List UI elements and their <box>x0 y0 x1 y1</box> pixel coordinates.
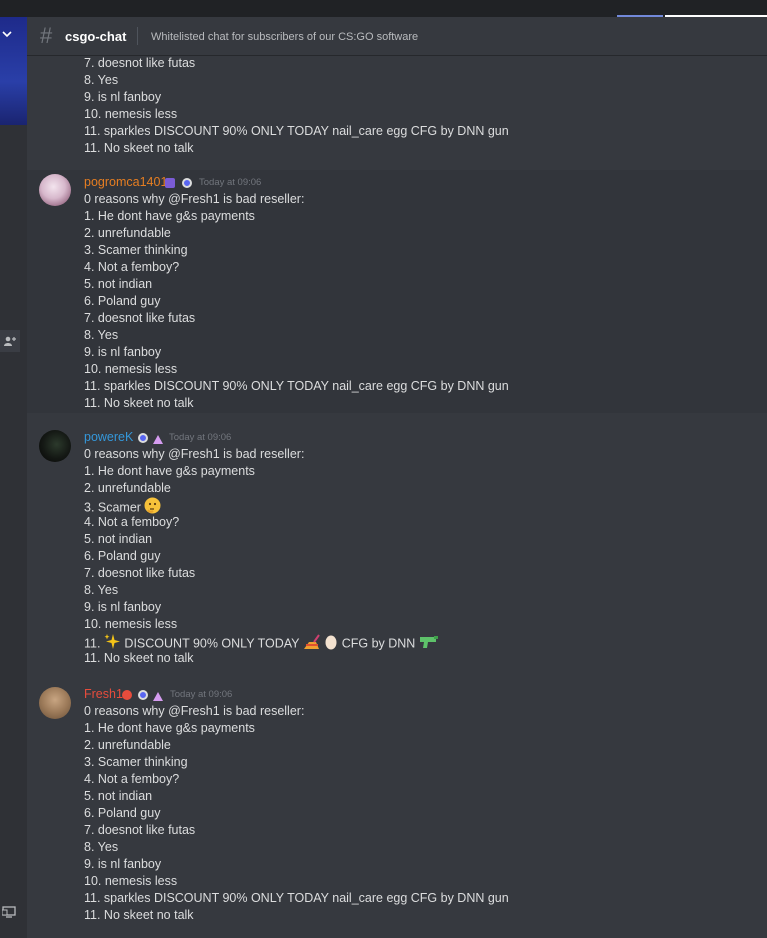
channel-topic: Whitelisted chat for subscribers of our … <box>151 31 419 43</box>
message-line: 0 reasons why @Fresh1 is bad reseller: <box>84 447 305 461</box>
message-line: 11. sparkles DISCOUNT 90% ONLY TODAY nai… <box>84 891 509 905</box>
message-line: 2. unrefundable <box>84 738 171 752</box>
message-line: 9. is nl fanboy <box>84 345 162 359</box>
message-line: 9. is nl fanboy <box>84 600 162 614</box>
username[interactable]: Fresh1 <box>84 686 123 703</box>
message-line: 7. doesnot like futas <box>84 311 196 325</box>
message-list[interactable]: 7. doesnot like futas 8. Yes 9. is nl fa… <box>27 56 767 938</box>
channel-header: # csgo-chat Whitelisted chat for subscri… <box>27 17 767 56</box>
message-line: 5. not indian <box>84 789 153 803</box>
message-line: 11. No skeet no talk <box>84 396 194 410</box>
triangle-badge-icon <box>153 433 163 447</box>
message-line: 10. nemesis less <box>84 362 178 376</box>
message-text: 11. <box>84 636 101 651</box>
message-line: 4. Not a femboy? <box>84 772 180 786</box>
message-line: 7. doesnot like futas <box>84 566 196 580</box>
message-line: 0 reasons why @Fresh1 is bad reseller: <box>84 704 305 718</box>
message-line-with-emoji: 11. DISCOUNT 90% ONLY TODAY CFG by DNN <box>84 633 439 650</box>
message-line: 6. Poland guy <box>84 549 161 563</box>
add-friend-icon[interactable] <box>0 330 20 352</box>
triangle-badge-icon <box>153 690 163 704</box>
screen-share-icon[interactable] <box>1 906 16 921</box>
message-line: 1. He dont have g&s payments <box>84 209 255 223</box>
message-line: 6. Poland guy <box>84 806 161 820</box>
water-gun-emoji-icon <box>419 633 439 655</box>
message-line: 10. nemesis less <box>84 107 178 121</box>
username[interactable]: powereK <box>84 429 133 446</box>
message-line: 7. doesnot like futas <box>84 56 196 70</box>
message-line: 9. is nl fanboy <box>84 857 162 871</box>
heart-badge-icon <box>122 690 132 700</box>
role-badge-icon <box>138 690 148 700</box>
top-strip <box>0 0 767 17</box>
chevron-down-icon[interactable] <box>2 27 12 42</box>
message-line-with-emoji: 3. Scamer <box>84 497 161 514</box>
message-line: 8. Yes <box>84 73 119 87</box>
message-partial: 7. doesnot like futas 8. Yes 9. is nl fa… <box>27 56 767 166</box>
message-line: 2. unrefundable <box>84 481 171 495</box>
header-divider <box>137 27 138 45</box>
nail-care-emoji-icon <box>303 633 321 655</box>
username[interactable]: pogromca1401 <box>84 174 167 191</box>
message-line: 8. Yes <box>84 328 119 342</box>
hashtag-icon: # <box>40 23 53 48</box>
message-line: 3. Scamer thinking <box>84 243 188 257</box>
message-text: DISCOUNT 90% ONLY TODAY <box>124 636 300 651</box>
message-line: 1. He dont have g&s payments <box>84 464 255 478</box>
avatar[interactable] <box>39 174 71 206</box>
message-line: 8. Yes <box>84 583 119 597</box>
timestamp: Today at 09:06 <box>170 689 233 700</box>
message-line: 5. not indian <box>84 277 153 291</box>
message-line: 11. No skeet no talk <box>84 651 194 665</box>
egg-emoji-icon <box>324 633 338 655</box>
message-line: 9. is nl fanboy <box>84 90 162 104</box>
role-badge-icon <box>138 433 148 443</box>
nitro-badge-icon <box>165 178 175 188</box>
message-fresh1[interactable]: Fresh1 Today at 09:06 0 reasons why @Fre… <box>27 683 767 933</box>
message-line: 5. not indian <box>84 532 153 546</box>
message-line: 4. Not a femboy? <box>84 260 180 274</box>
message-text: 3. Scamer <box>84 500 141 515</box>
server-sidebar <box>0 17 27 938</box>
role-badge-icon <box>182 178 192 188</box>
message-line: 11. sparkles DISCOUNT 90% ONLY TODAY nai… <box>84 124 509 138</box>
message-line: 0 reasons why @Fresh1 is bad reseller: <box>84 192 305 206</box>
message-line: 11. No skeet no talk <box>84 908 194 922</box>
message-line: 1. He dont have g&s payments <box>84 721 255 735</box>
message-text: CFG by DNN <box>341 636 416 651</box>
message-pogromca1401[interactable]: pogromca1401 Today at 09:06 0 reasons wh… <box>27 170 767 413</box>
message-line: 4. Not a femboy? <box>84 515 180 529</box>
timestamp: Today at 09:06 <box>169 432 232 443</box>
message-line: 10. nemesis less <box>84 617 178 631</box>
message-powerek[interactable]: powereK Today at 09:06 0 reasons why @Fr… <box>27 426 767 671</box>
message-line: 11. sparkles DISCOUNT 90% ONLY TODAY nai… <box>84 379 509 393</box>
avatar[interactable] <box>39 687 71 719</box>
avatar[interactable] <box>39 430 71 462</box>
message-line: 11. No skeet no talk <box>84 141 194 155</box>
message-line: 2. unrefundable <box>84 226 171 240</box>
message-line: 7. doesnot like futas <box>84 823 196 837</box>
timestamp: Today at 09:06 <box>199 177 262 188</box>
message-line: 10. nemesis less <box>84 874 178 888</box>
message-line: 3. Scamer thinking <box>84 755 188 769</box>
message-line: 8. Yes <box>84 840 119 854</box>
message-line: 6. Poland guy <box>84 294 161 308</box>
channel-name: csgo-chat <box>65 29 127 44</box>
